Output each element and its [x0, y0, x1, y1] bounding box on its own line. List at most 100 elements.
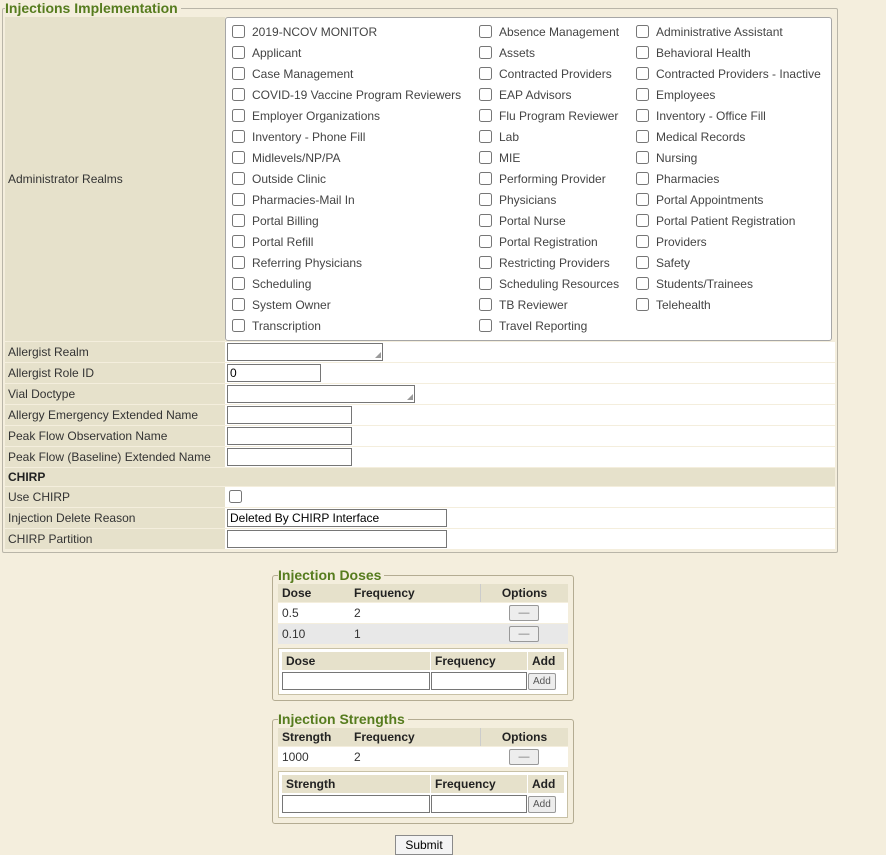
realm-checkbox[interactable]: [232, 67, 245, 80]
realm-checkbox-item[interactable]: COVID-19 Vaccine Program Reviewers: [232, 84, 479, 105]
realm-checkbox[interactable]: [232, 277, 245, 290]
realm-checkbox-item[interactable]: Portal Appointments: [636, 189, 821, 210]
new-dose-frequency-input[interactable]: [431, 672, 527, 690]
realm-checkbox-item[interactable]: Providers: [636, 231, 821, 252]
realm-checkbox-item[interactable]: Administrative Assistant: [636, 21, 821, 42]
realm-checkbox-item[interactable]: Flu Program Reviewer: [479, 105, 636, 126]
realm-checkbox[interactable]: [636, 298, 649, 311]
realm-checkbox-item[interactable]: Pharmacies-Mail In: [232, 189, 479, 210]
realm-checkbox-item[interactable]: Students/Trainees: [636, 273, 821, 294]
new-strength-input[interactable]: [282, 795, 430, 813]
realm-checkbox-item[interactable]: Restricting Providers: [479, 252, 636, 273]
realm-checkbox-item[interactable]: Scheduling: [232, 273, 479, 294]
realm-checkbox[interactable]: [479, 151, 492, 164]
realm-checkbox-item[interactable]: Behavioral Health: [636, 42, 821, 63]
realm-checkbox[interactable]: [636, 172, 649, 185]
realm-checkbox-item[interactable]: Portal Patient Registration: [636, 210, 821, 231]
realm-checkbox-item[interactable]: Applicant: [232, 42, 479, 63]
realm-checkbox[interactable]: [636, 25, 649, 38]
realm-checkbox[interactable]: [232, 46, 245, 59]
realm-checkbox[interactable]: [636, 46, 649, 59]
realm-checkbox-item[interactable]: Inventory - Phone Fill: [232, 126, 479, 147]
realm-checkbox[interactable]: [232, 193, 245, 206]
realm-checkbox[interactable]: [479, 25, 492, 38]
realm-checkbox[interactable]: [232, 130, 245, 143]
realm-checkbox[interactable]: [636, 88, 649, 101]
realm-checkbox[interactable]: [479, 319, 492, 332]
peak-flow-observation-name-input[interactable]: [227, 427, 352, 445]
new-strength-frequency-input[interactable]: [431, 795, 527, 813]
add-strength-button[interactable]: Add: [528, 796, 556, 813]
allergist-realm-input[interactable]: [227, 343, 383, 361]
realm-checkbox[interactable]: [232, 151, 245, 164]
realm-checkbox[interactable]: [636, 67, 649, 80]
realm-checkbox-item[interactable]: Employees: [636, 84, 821, 105]
realm-checkbox-item[interactable]: Assets: [479, 42, 636, 63]
realm-checkbox[interactable]: [636, 151, 649, 164]
realm-checkbox-item[interactable]: Case Management: [232, 63, 479, 84]
realm-checkbox[interactable]: [479, 172, 492, 185]
remove-dose-button[interactable]: —: [509, 605, 539, 621]
realm-checkbox[interactable]: [479, 46, 492, 59]
realm-checkbox[interactable]: [232, 88, 245, 101]
realm-checkbox[interactable]: [232, 298, 245, 311]
realm-checkbox[interactable]: [232, 235, 245, 248]
realm-checkbox[interactable]: [479, 88, 492, 101]
allergist-role-id-input[interactable]: [227, 364, 321, 382]
realm-checkbox[interactable]: [479, 298, 492, 311]
realm-checkbox-item[interactable]: Contracted Providers - Inactive: [636, 63, 821, 84]
use-chirp-checkbox[interactable]: [229, 490, 242, 503]
remove-strength-button[interactable]: —: [509, 749, 539, 765]
peak-flow-baseline-extended-name-input[interactable]: [227, 448, 352, 466]
realm-checkbox[interactable]: [636, 214, 649, 227]
realm-checkbox[interactable]: [479, 130, 492, 143]
realm-checkbox-item[interactable]: Telehealth: [636, 294, 821, 315]
realm-checkbox[interactable]: [636, 193, 649, 206]
realm-checkbox-item[interactable]: Portal Registration: [479, 231, 636, 252]
submit-button[interactable]: Submit: [395, 835, 452, 855]
realm-checkbox-item[interactable]: Referring Physicians: [232, 252, 479, 273]
realm-checkbox-item[interactable]: Midlevels/NP/PA: [232, 147, 479, 168]
allergy-emergency-extended-name-input[interactable]: [227, 406, 352, 424]
realm-checkbox-item[interactable]: MIE: [479, 147, 636, 168]
realm-checkbox-item[interactable]: Safety: [636, 252, 821, 273]
realm-checkbox[interactable]: [232, 319, 245, 332]
realm-checkbox-item[interactable]: Nursing: [636, 147, 821, 168]
vial-doctype-input[interactable]: [227, 385, 415, 403]
realm-checkbox[interactable]: [232, 214, 245, 227]
realm-checkbox-item[interactable]: TB Reviewer: [479, 294, 636, 315]
realm-checkbox-item[interactable]: Portal Nurse: [479, 210, 636, 231]
realm-checkbox-item[interactable]: EAP Advisors: [479, 84, 636, 105]
realm-checkbox-item[interactable]: Portal Refill: [232, 231, 479, 252]
realm-checkbox-item[interactable]: Performing Provider: [479, 168, 636, 189]
realm-checkbox-item[interactable]: Inventory - Office Fill: [636, 105, 821, 126]
realm-checkbox[interactable]: [232, 256, 245, 269]
realm-checkbox[interactable]: [479, 235, 492, 248]
realm-checkbox[interactable]: [232, 172, 245, 185]
realm-checkbox-item[interactable]: Contracted Providers: [479, 63, 636, 84]
remove-dose-button[interactable]: —: [509, 626, 539, 642]
new-dose-input[interactable]: [282, 672, 430, 690]
realm-checkbox[interactable]: [479, 109, 492, 122]
realm-checkbox-item[interactable]: Employer Organizations: [232, 105, 479, 126]
realm-checkbox-item[interactable]: Pharmacies: [636, 168, 821, 189]
realm-checkbox-item[interactable]: Medical Records: [636, 126, 821, 147]
realm-checkbox[interactable]: [479, 256, 492, 269]
realm-checkbox-item[interactable]: Outside Clinic: [232, 168, 479, 189]
realm-checkbox-item[interactable]: Absence Management: [479, 21, 636, 42]
realm-checkbox-item[interactable]: 2019-NCOV MONITOR: [232, 21, 479, 42]
realm-checkbox[interactable]: [479, 67, 492, 80]
realm-checkbox-item[interactable]: System Owner: [232, 294, 479, 315]
realm-checkbox-item[interactable]: Scheduling Resources: [479, 273, 636, 294]
add-dose-button[interactable]: Add: [528, 673, 556, 690]
realm-checkbox-item[interactable]: Physicians: [479, 189, 636, 210]
realm-checkbox[interactable]: [232, 25, 245, 38]
realm-checkbox[interactable]: [636, 277, 649, 290]
realm-checkbox[interactable]: [636, 256, 649, 269]
realm-checkbox[interactable]: [636, 235, 649, 248]
realm-checkbox[interactable]: [479, 214, 492, 227]
realm-checkbox[interactable]: [636, 130, 649, 143]
realm-checkbox[interactable]: [636, 109, 649, 122]
realm-checkbox[interactable]: [232, 109, 245, 122]
injection-delete-reason-input[interactable]: [227, 509, 447, 527]
